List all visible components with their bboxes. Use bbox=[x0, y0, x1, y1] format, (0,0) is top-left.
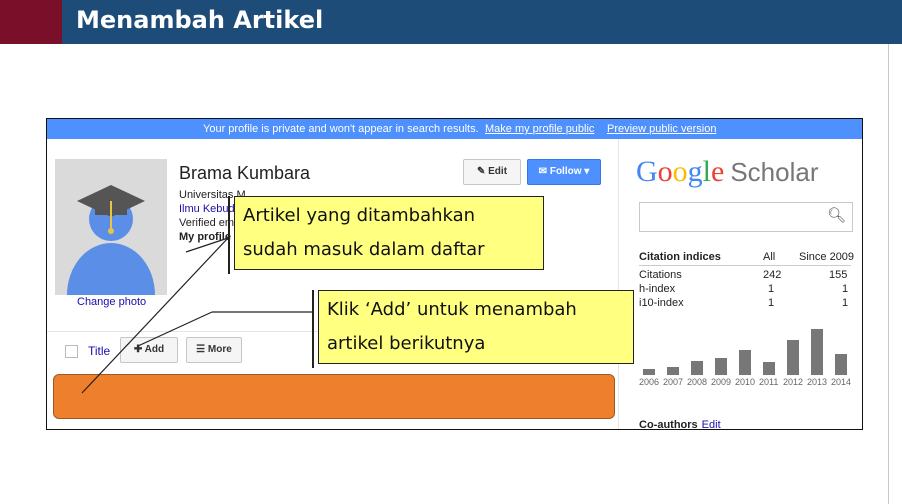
coauthors-label: Co-authors bbox=[639, 419, 698, 430]
plus-icon: ✚ bbox=[133, 344, 143, 355]
scholar-wordmark: Scholar bbox=[730, 157, 819, 187]
profile-verified-email: Verified ema bbox=[179, 217, 241, 229]
banner-message: Your profile is private and won't appear… bbox=[203, 123, 479, 135]
pencil-icon: ✎ bbox=[476, 166, 486, 177]
histogram-bar bbox=[643, 369, 655, 375]
callout-added-bracket bbox=[228, 196, 230, 274]
citations-histogram: 2006 2007 2008 2009 2010 2011 2012 2013 2014 bbox=[639, 327, 855, 387]
h-index-since: 1 bbox=[842, 283, 849, 295]
header-accent bbox=[0, 0, 62, 44]
google-letter: G bbox=[636, 155, 658, 188]
caret-down-icon: ▾ bbox=[584, 166, 590, 177]
graduate-avatar-icon bbox=[55, 159, 167, 347]
histogram-year-label: 2008 bbox=[687, 377, 708, 387]
google-letter: e bbox=[711, 155, 725, 188]
google-letter: l bbox=[702, 155, 712, 188]
histogram-year-label: 2006 bbox=[639, 377, 660, 387]
slide-right-rule bbox=[888, 44, 889, 504]
i10-index-all: 1 bbox=[768, 297, 775, 309]
callout-added-line2: sudah masuk dalam daftar bbox=[243, 239, 485, 260]
google-letter: o bbox=[657, 155, 673, 188]
i10-index-label: i10-index bbox=[639, 297, 684, 309]
histogram-bar bbox=[667, 367, 679, 375]
histogram-bar bbox=[691, 361, 703, 375]
menu-icon: ☰ bbox=[196, 344, 206, 355]
edit-label: Edit bbox=[488, 166, 508, 177]
slide-header: Menambah Artikel bbox=[0, 0, 902, 44]
scholar-search-input[interactable]: 🔍︎ bbox=[639, 202, 853, 232]
change-photo-link[interactable]: Change photo bbox=[77, 296, 146, 308]
citations-all: 242 bbox=[763, 269, 782, 281]
avatar[interactable] bbox=[55, 159, 167, 347]
citations-since: 155 bbox=[829, 269, 848, 281]
privacy-banner: Your profile is private and won't appear… bbox=[47, 119, 862, 139]
h-index-label: h-index bbox=[639, 283, 676, 295]
preview-public-link[interactable]: Preview public version bbox=[607, 119, 716, 139]
make-public-link[interactable]: Make my profile public bbox=[485, 119, 594, 139]
google-wordmark: Google bbox=[636, 155, 724, 188]
histogram-year-label: 2013 bbox=[807, 377, 828, 387]
profile-my-profile: My profile bbox=[179, 231, 231, 243]
histogram-year-label: 2012 bbox=[783, 377, 804, 387]
profile-interest-link[interactable]: Ilmu Kebuda bbox=[179, 203, 241, 215]
histogram-bar bbox=[739, 350, 751, 375]
search-icon[interactable]: 🔍︎ bbox=[827, 206, 846, 224]
added-article-row[interactable] bbox=[53, 374, 615, 419]
histogram-bar bbox=[715, 358, 727, 375]
callout-add-bracket bbox=[312, 290, 314, 368]
histogram-year-label: 2011 bbox=[759, 377, 779, 387]
scholar-screenshot: Your profile is private and won't appear… bbox=[46, 118, 863, 430]
histogram-year-label: 2009 bbox=[711, 377, 732, 387]
envelope-icon: ✉ bbox=[538, 166, 548, 177]
citation-since-header: Since 2009 bbox=[799, 251, 855, 263]
h-index-all: 1 bbox=[768, 283, 775, 295]
title-column-header[interactable]: Title bbox=[88, 344, 110, 358]
histogram-year-label: 2007 bbox=[663, 377, 684, 387]
callout-added-line1: Artikel yang ditambahkan bbox=[243, 205, 476, 226]
more-button[interactable]: ☰ More bbox=[186, 337, 242, 363]
google-letter: o bbox=[672, 155, 688, 188]
histogram-bar bbox=[763, 362, 775, 375]
follow-button[interactable]: ✉ Follow ▾ bbox=[527, 159, 601, 185]
citations-label: Citations bbox=[639, 269, 682, 281]
select-all-checkbox[interactable] bbox=[65, 345, 78, 358]
add-label: Add bbox=[144, 344, 165, 355]
callout-add-line2: artikel berikutnya bbox=[327, 333, 486, 354]
histogram-year-label: 2010 bbox=[735, 377, 756, 387]
histogram-bar bbox=[835, 354, 847, 375]
callout-click-add: Klik ‘Add’ untuk menambah artikel beriku… bbox=[318, 290, 634, 364]
add-article-button[interactable]: ✚ Add bbox=[120, 337, 178, 363]
i10-index-since: 1 bbox=[842, 297, 849, 309]
more-label: More bbox=[207, 344, 232, 355]
histogram-bar bbox=[787, 340, 799, 375]
column-divider bbox=[618, 139, 619, 429]
citation-header-rule bbox=[639, 265, 851, 266]
profile-name: Brama Kumbara bbox=[179, 163, 311, 183]
google-letter: g bbox=[687, 155, 703, 188]
callout-add-line1: Klik ‘Add’ untuk menambah bbox=[327, 299, 577, 320]
histogram-bar bbox=[811, 329, 823, 375]
callout-article-added: Artikel yang ditambahkan sudah masuk dal… bbox=[234, 196, 544, 270]
histogram-year-label: 2014 bbox=[831, 377, 852, 387]
citation-indices-header: Citation indices bbox=[639, 251, 721, 263]
google-scholar-logo[interactable]: Google Scholar bbox=[636, 155, 819, 189]
follow-label: Follow bbox=[549, 166, 582, 177]
slide-title: Menambah Artikel bbox=[76, 6, 324, 34]
coauthors-edit-link[interactable]: Edit bbox=[702, 419, 721, 429]
coauthors-heading: Co-authors Edit bbox=[639, 419, 721, 430]
edit-profile-button[interactable]: ✎ Edit bbox=[463, 159, 521, 185]
citation-all-header: All bbox=[763, 251, 776, 263]
